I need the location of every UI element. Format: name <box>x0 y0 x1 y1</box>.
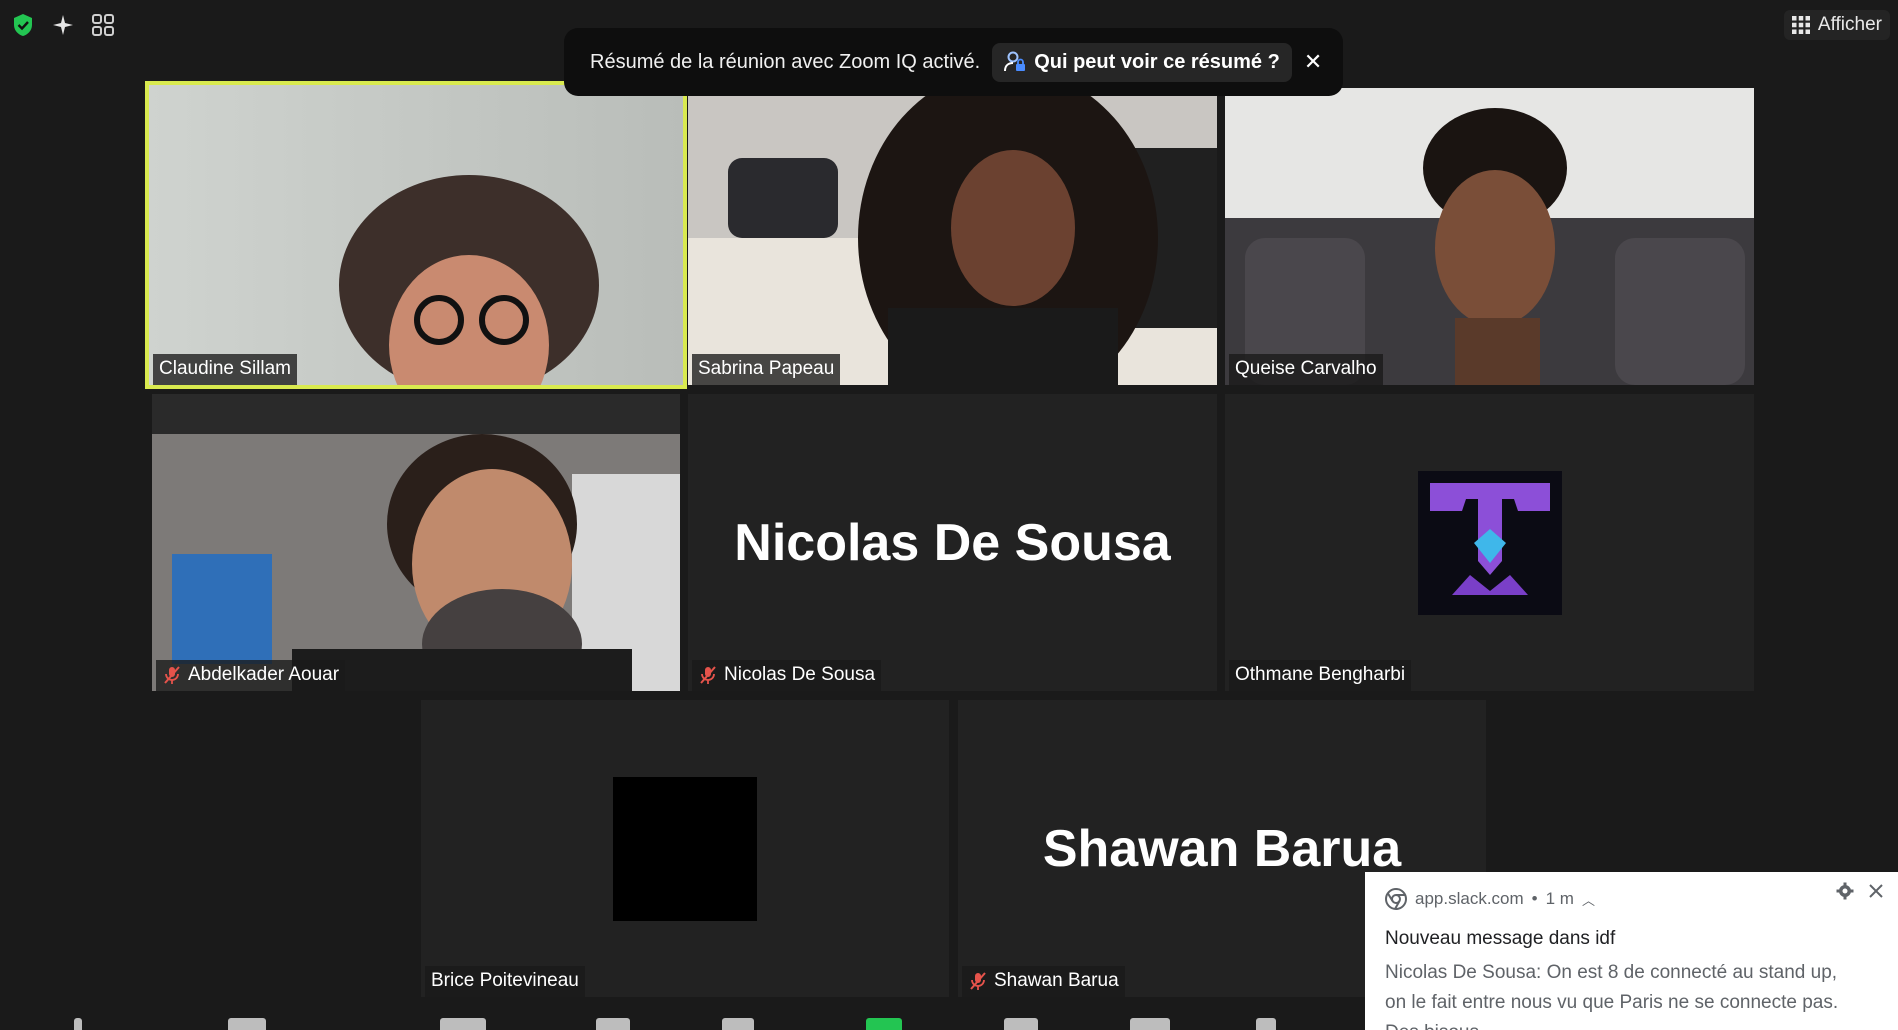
participant-name-tag: Sabrina Papeau <box>692 354 841 385</box>
notification-body-line: Nicolas De Sousa: On est 8 de connecté a… <box>1385 962 1838 983</box>
participant-tile-abdelkader-aouar[interactable]: Abdelkader Aouar <box>152 394 680 691</box>
chrome-icon <box>1385 888 1407 910</box>
participant-tile-claudine-sillam[interactable]: Claudine Sillam <box>145 81 687 389</box>
zoom-iq-banner: Résumé de la réunion avec Zoom IQ activé… <box>564 28 1343 96</box>
mic-muted-icon <box>164 666 180 684</box>
notification-controls <box>1836 882 1884 900</box>
notification-body-line: on le fait entre nous vu que Paris ne se… <box>1385 992 1839 1013</box>
close-icon[interactable] <box>1868 883 1884 899</box>
browser-notification[interactable]: app.slack.com • 1 m ︿ Nouveau message da… <box>1365 872 1898 1030</box>
shield-icon[interactable] <box>8 10 38 40</box>
grid-icon <box>1791 16 1810 34</box>
separator-dot: • <box>1531 889 1538 908</box>
participant-name: Queise Carvalho <box>1235 358 1377 379</box>
participant-name: Sabrina Papeau <box>698 358 835 379</box>
top-left-controls <box>8 10 118 40</box>
camera-icon[interactable] <box>228 1018 266 1030</box>
video-feed <box>688 88 1217 385</box>
video-feed <box>152 394 680 691</box>
chevron-up-icon[interactable]: ︿ <box>1582 890 1595 909</box>
participant-name: Nicolas De Sousa <box>724 664 876 685</box>
view-button[interactable]: Afficher <box>1783 10 1890 40</box>
participant-name-tag: Claudine Sillam <box>153 354 298 385</box>
mic-muted-icon <box>970 972 986 990</box>
participant-tile-brice-poitevineau[interactable]: Brice Poitevineau <box>421 700 949 997</box>
chat-icon[interactable] <box>596 1018 630 1030</box>
participant-name: Othmane Bengharbi <box>1235 664 1406 685</box>
notification-header: app.slack.com • 1 m ︿ <box>1385 888 1878 910</box>
avatar <box>1417 470 1562 615</box>
notification-source: app.slack.com <box>1415 889 1524 908</box>
participant-name-tag: Brice Poitevineau <box>425 966 585 997</box>
grid-view-icon[interactable] <box>88 10 118 40</box>
participant-name-tag: Othmane Bengharbi <box>1229 660 1412 691</box>
avatar <box>613 776 757 921</box>
participant-name: Claudine Sillam <box>159 358 292 379</box>
notification-body-line: Des bisous <box>1385 1018 1878 1030</box>
close-icon[interactable]: ✕ <box>1304 49 1322 75</box>
share-screen-icon[interactable] <box>866 1018 902 1030</box>
banner-text: Résumé de la réunion avec Zoom IQ activé… <box>590 50 981 73</box>
participant-tile-sabrina-papeau[interactable]: Sabrina Papeau <box>688 88 1217 385</box>
participant-name-tag: Abdelkader Aouar <box>156 660 346 691</box>
view-button-label: Afficher <box>1817 14 1882 35</box>
who-can-see-summary-label: Qui peut voir ce résumé ? <box>1034 50 1280 73</box>
mic-icon[interactable] <box>74 1018 82 1030</box>
reactions-icon[interactable] <box>1130 1018 1170 1030</box>
participants-icon[interactable] <box>440 1018 486 1030</box>
video-feed <box>1225 88 1754 385</box>
participant-name-tag: Shawan Barua <box>962 966 1125 997</box>
participant-name-tag: Queise Carvalho <box>1229 354 1383 385</box>
participant-tile-queise-carvalho[interactable]: Queise Carvalho <box>1225 88 1754 385</box>
participant-name: Shawan Barua <box>994 970 1119 991</box>
participant-display-name: Shawan Barua <box>1042 819 1402 878</box>
participant-tile-nicolas-de-sousa[interactable]: Nicolas De Sousa Nicolas De Sousa <box>688 394 1217 691</box>
meeting-toolbar <box>0 1018 1365 1030</box>
who-can-see-summary-button[interactable]: Qui peut voir ce résumé ? <box>992 42 1292 82</box>
gear-icon[interactable] <box>1836 882 1854 900</box>
mic-muted-icon <box>700 666 716 684</box>
participant-tile-othmane-bengharbi[interactable]: Othmane Bengharbi <box>1225 394 1754 691</box>
participant-name: Abdelkader Aouar <box>188 664 340 685</box>
notification-time: 1 m <box>1545 889 1574 908</box>
person-lock-icon <box>1004 51 1026 72</box>
apps-icon[interactable] <box>1256 1018 1276 1030</box>
video-feed <box>149 85 683 385</box>
notification-body: Nicolas De Sousa: On est 8 de connecté a… <box>1385 958 1878 1030</box>
participant-display-name: Nicolas De Sousa <box>734 513 1171 572</box>
record-icon[interactable] <box>1004 1018 1038 1030</box>
sparkle-icon[interactable] <box>48 10 78 40</box>
notification-title: Nouveau message dans idf <box>1385 928 1616 949</box>
message-icon[interactable] <box>722 1018 754 1030</box>
participant-name: Brice Poitevineau <box>431 970 579 991</box>
participant-name-tag: Nicolas De Sousa <box>692 660 882 691</box>
